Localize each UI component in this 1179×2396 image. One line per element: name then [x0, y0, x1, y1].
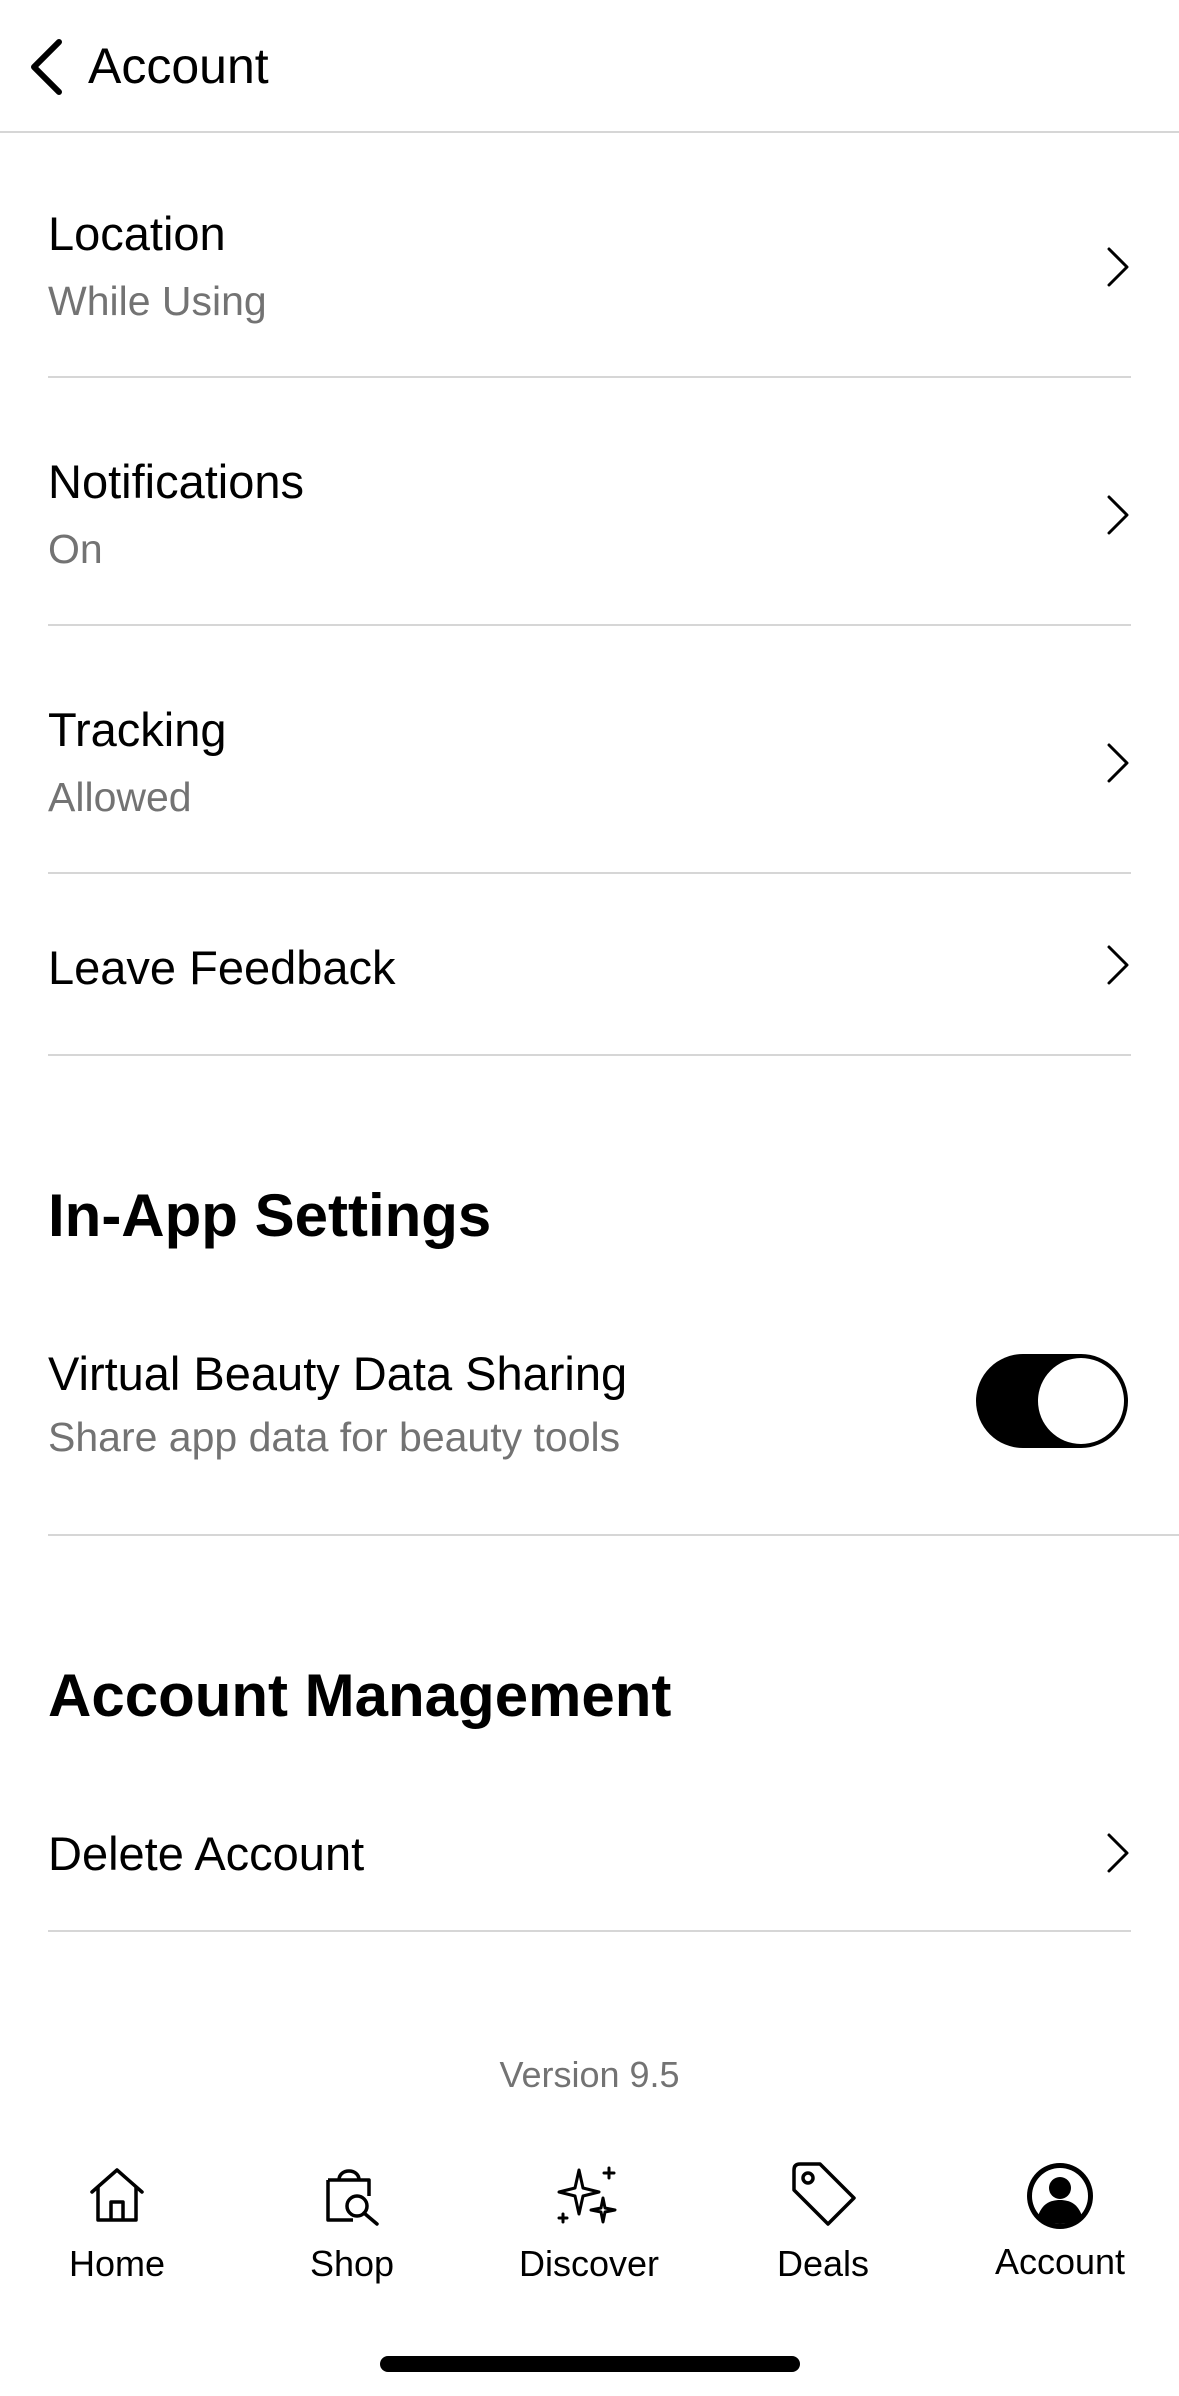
in-app-settings-heading: In-App Settings — [48, 1182, 492, 1249]
tracking-label: Tracking — [48, 703, 227, 756]
chevron-right-icon — [1107, 743, 1129, 783]
virtual-beauty-toggle[interactable] — [976, 1354, 1128, 1448]
tab-discover-label: Discover — [518, 2243, 660, 2284]
chevron-right-icon — [1107, 945, 1129, 985]
tracking-value: Allowed — [48, 774, 192, 820]
tab-home-label: Home — [68, 2243, 166, 2284]
account-management-heading: Account Management — [48, 1662, 672, 1729]
delete-account-row[interactable]: Delete Account — [48, 1780, 1131, 1932]
delete-account-label: Delete Account — [48, 1827, 365, 1880]
chevron-right-icon — [1107, 247, 1129, 287]
tab-account[interactable]: Account — [960, 2148, 1160, 2298]
notifications-label: Notifications — [48, 455, 304, 508]
back-button[interactable] — [22, 36, 70, 98]
header-bar: Account — [0, 0, 1179, 133]
tab-deals-label: Deals — [776, 2243, 870, 2284]
tab-shop[interactable]: Shop — [252, 2148, 452, 2298]
sparkles-icon — [557, 2166, 617, 2224]
page-title: Account — [88, 38, 269, 94]
toggle-knob — [1038, 1358, 1124, 1444]
location-label: Location — [48, 207, 226, 260]
user-circle-icon — [1027, 2163, 1093, 2229]
bottom-tab-bar: Home Shop Discover Deals Account — [0, 2148, 1179, 2298]
leave-feedback-row[interactable]: Leave Feedback — [48, 874, 1131, 1056]
location-value: While Using — [48, 278, 267, 324]
shopping-bag-search-icon — [326, 2169, 379, 2226]
chevron-left-icon — [31, 39, 62, 95]
account-settings-screen: Account Location While Using Notificatio… — [0, 0, 1179, 2396]
location-row[interactable]: Location While Using — [48, 200, 1131, 378]
chevron-right-icon — [1107, 1833, 1129, 1873]
tab-account-label: Account — [994, 2241, 1126, 2282]
chevron-right-icon — [1107, 495, 1129, 535]
leave-feedback-label: Leave Feedback — [48, 941, 396, 994]
home-icon — [90, 2168, 144, 2222]
tracking-row[interactable]: Tracking Allowed — [48, 696, 1131, 874]
tab-home[interactable]: Home — [17, 2148, 217, 2298]
notifications-value: On — [48, 526, 103, 572]
tag-icon — [792, 2162, 856, 2226]
notifications-row[interactable]: Notifications On — [48, 448, 1131, 626]
home-indicator[interactable] — [380, 2356, 800, 2372]
tab-shop-label: Shop — [309, 2243, 395, 2284]
virtual-beauty-label: Virtual Beauty Data Sharing — [48, 1347, 628, 1400]
tab-discover[interactable]: Discover — [489, 2148, 689, 2298]
tab-deals[interactable]: Deals — [723, 2148, 923, 2298]
virtual-beauty-description: Share app data for beauty tools — [48, 1414, 621, 1460]
app-version: Version 9.5 — [499, 2054, 680, 2095]
